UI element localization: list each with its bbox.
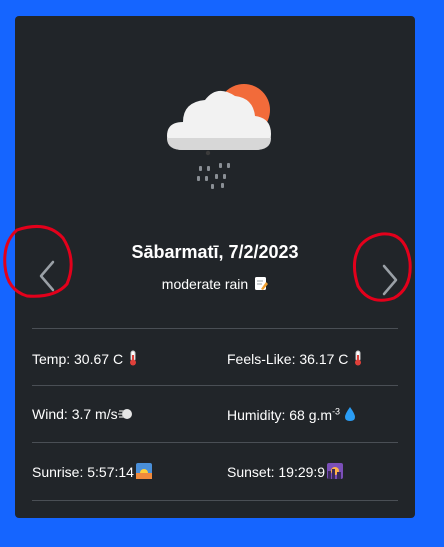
- temp-stat: Temp: 30.67 C: [32, 350, 139, 367]
- location-date-title: Sābarmatī, 7/2/2023: [131, 242, 299, 262]
- humidity-value: 68 g.m: [289, 407, 333, 423]
- wind-value: 3.7 m/s: [71, 406, 118, 422]
- sunset-value: 19:29:9: [278, 464, 326, 480]
- divider: [32, 442, 398, 443]
- divider: [32, 328, 398, 329]
- weather-card: Sābarmatī, 7/2/2023 moderate rain Temp: …: [3, 16, 415, 518]
- humidity-label: Humidity:: [227, 407, 286, 423]
- wind-label: Wind:: [32, 406, 68, 422]
- feels-like-stat: Feels-Like: 36.17 C: [227, 350, 364, 367]
- memo-icon: [255, 277, 269, 290]
- thermometer-icon: [130, 350, 137, 366]
- sunset-stat: Sunset: 19:29:9: [227, 463, 344, 480]
- sunset-label: Sunset:: [227, 464, 275, 480]
- temp-label: Temp:: [32, 351, 71, 367]
- sunrise-icon: [135, 463, 152, 479]
- sunrise-label: Sunrise:: [32, 464, 84, 480]
- sunrise-stat: Sunrise: 5:57:14: [32, 463, 152, 480]
- thermometer-icon: [355, 350, 362, 366]
- droplet-icon: [345, 407, 356, 421]
- wind-stat: Wind: 3.7 m/s: [32, 406, 134, 422]
- cloud-sun-rain-icon: [167, 84, 271, 189]
- sunset-icon: [327, 463, 344, 479]
- divider: [32, 500, 398, 501]
- sunrise-value: 5:57:14: [87, 464, 134, 480]
- humidity-stat: Humidity: 68 g.m-3: [227, 406, 356, 423]
- temp-value: 30.67 C: [74, 351, 124, 367]
- divider: [32, 385, 398, 386]
- humidity-unit-superscript: -3: [332, 406, 341, 417]
- weather-description: moderate rain: [161, 276, 249, 292]
- feels-like-label: Feels-Like:: [227, 351, 296, 367]
- wind-icon: [117, 409, 132, 419]
- weather-description-row: moderate rain: [15, 276, 415, 292]
- feels-like-value: 36.17 C: [299, 351, 349, 367]
